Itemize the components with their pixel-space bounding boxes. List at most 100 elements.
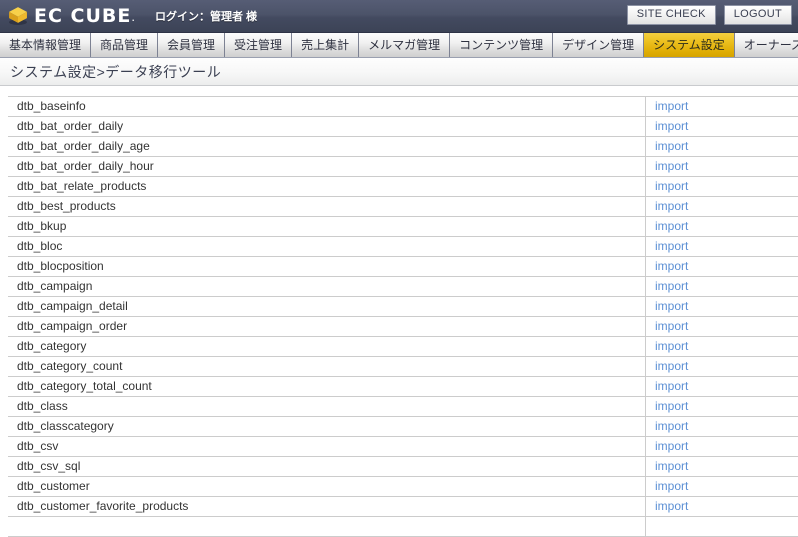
page-title-bar: システム設定>データ移行ツール: [0, 58, 798, 86]
data-migration-table: dtb_baseinfoimportdtb_bat_order_dailyimp…: [8, 96, 798, 537]
import-link[interactable]: import: [655, 399, 688, 413]
nav-tab-5[interactable]: メルマガ管理: [359, 33, 450, 57]
import-link[interactable]: import: [655, 479, 688, 493]
table-name-cell: dtb_bloc: [8, 237, 646, 257]
table-name-cell: dtb_customer_favorite_products: [8, 497, 646, 517]
content-area: dtb_baseinfoimportdtb_bat_order_dailyimp…: [0, 86, 798, 537]
table-row: dtb_classcategoryimport: [8, 417, 798, 437]
import-link[interactable]: import: [655, 199, 688, 213]
logo-text: EC CUBE: [34, 7, 131, 26]
table-name-cell: dtb_campaign_detail: [8, 297, 646, 317]
table-row: dtb_bloc import: [8, 237, 798, 257]
nav-tab-4[interactable]: 売上集計: [292, 33, 359, 57]
table-row: dtb_bat_order_daily_hourimport: [8, 157, 798, 177]
import-link[interactable]: import: [655, 179, 688, 193]
nav-tab-7[interactable]: デザイン管理: [553, 33, 644, 57]
table-name-cell: [8, 517, 646, 537]
site-check-button[interactable]: SITE CHECK: [627, 5, 716, 25]
logout-button[interactable]: LOGOUT: [724, 5, 792, 25]
import-link[interactable]: import: [655, 379, 688, 393]
nav-tab-label: 売上集計: [301, 39, 349, 51]
nav-tab-1[interactable]: 商品管理: [91, 33, 158, 57]
import-action-cell: import: [646, 377, 798, 397]
table-name-cell: dtb_category_total_count: [8, 377, 646, 397]
table-row: dtb_campaign_detail import: [8, 297, 798, 317]
import-action-cell: import: [646, 297, 798, 317]
import-link[interactable]: import: [655, 359, 688, 373]
import-link[interactable]: import: [655, 439, 688, 453]
import-link[interactable]: import: [655, 139, 688, 153]
nav-tab-8[interactable]: システム設定: [644, 33, 735, 57]
table-row: dtb_csv import: [8, 437, 798, 457]
import-action-cell: import: [646, 417, 798, 437]
import-link[interactable]: import: [655, 259, 688, 273]
table-row: dtb_customer_favorite_products import: [8, 497, 798, 517]
import-action-cell: import: [646, 117, 798, 137]
import-action-cell: import: [646, 317, 798, 337]
import-action-cell: import: [646, 337, 798, 357]
nav-tab-label: メルマガ管理: [368, 39, 440, 51]
import-link[interactable]: import: [655, 99, 688, 113]
import-link[interactable]: import: [655, 279, 688, 293]
import-action-cell: import: [646, 477, 798, 497]
header-buttons: SITE CHECK LOGOUT: [627, 5, 792, 25]
nav-tab-label: 受注管理: [234, 39, 282, 51]
nav-tab-label: 会員管理: [167, 39, 215, 51]
table-name-cell: dtb_class: [8, 397, 646, 417]
import-action-cell: import: [646, 257, 798, 277]
import-link[interactable]: import: [655, 319, 688, 333]
import-link[interactable]: import: [655, 499, 688, 513]
table-name-cell: dtb_bat_order_daily_age: [8, 137, 646, 157]
page-title: システム設定>データ移行ツール: [10, 62, 221, 82]
import-link[interactable]: import: [655, 339, 688, 353]
nav-tab-2[interactable]: 会員管理: [158, 33, 225, 57]
import-link[interactable]: import: [655, 299, 688, 313]
table-row: dtb_bkup import: [8, 217, 798, 237]
logo-period: .: [131, 9, 135, 24]
cube-icon: [7, 5, 29, 27]
table-name-cell: dtb_csv: [8, 437, 646, 457]
import-link[interactable]: import: [655, 159, 688, 173]
table-row: dtb_best_products import: [8, 197, 798, 217]
import-action-cell: import: [646, 157, 798, 177]
import-action-cell: [646, 517, 798, 537]
table-name-cell: dtb_best_products: [8, 197, 646, 217]
table-name-cell: dtb_csv_sql: [8, 457, 646, 477]
table-row: dtb_blocpositionimport: [8, 257, 798, 277]
table-name-cell: dtb_baseinfo: [8, 97, 646, 117]
table-name-cell: dtb_campaign_order: [8, 317, 646, 337]
table-row: dtb_bat_relate_productsimport: [8, 177, 798, 197]
import-action-cell: import: [646, 277, 798, 297]
import-link[interactable]: import: [655, 419, 688, 433]
import-action-cell: import: [646, 397, 798, 417]
import-action-cell: import: [646, 177, 798, 197]
nav-tab-3[interactable]: 受注管理: [225, 33, 292, 57]
table-name-cell: dtb_category: [8, 337, 646, 357]
nav-tab-9[interactable]: オーナーズストア: [735, 33, 798, 57]
table-name-cell: dtb_bkup: [8, 217, 646, 237]
import-link[interactable]: import: [655, 219, 688, 233]
table-row: dtb_category_total_count import: [8, 377, 798, 397]
table-row: dtb_category import: [8, 337, 798, 357]
table-name-cell: dtb_category_count: [8, 357, 646, 377]
nav-tab-6[interactable]: コンテンツ管理: [450, 33, 553, 57]
import-action-cell: import: [646, 497, 798, 517]
nav-tab-label: デザイン管理: [562, 39, 634, 51]
import-link[interactable]: import: [655, 459, 688, 473]
nav-tab-label: コンテンツ管理: [459, 39, 543, 51]
import-link[interactable]: import: [655, 239, 688, 253]
import-link[interactable]: import: [655, 119, 688, 133]
nav-tab-label: 基本情報管理: [9, 39, 81, 51]
table-row: dtb_campaign_order import: [8, 317, 798, 337]
nav-tab-label: オーナーズストア: [744, 39, 798, 51]
import-action-cell: import: [646, 197, 798, 217]
import-action-cell: import: [646, 97, 798, 117]
import-action-cell: import: [646, 217, 798, 237]
app-header: EC CUBE . ログイン：管理者 様 SITE CHECK LOGOUT: [0, 0, 798, 33]
table-row: dtb_baseinfo import: [8, 97, 798, 117]
import-action-cell: import: [646, 437, 798, 457]
nav-tab-0[interactable]: 基本情報管理: [0, 33, 91, 57]
table-name-cell: dtb_bat_order_daily: [8, 117, 646, 137]
table-row: dtb_class import: [8, 397, 798, 417]
nav-tab-label: システム設定: [653, 39, 725, 51]
